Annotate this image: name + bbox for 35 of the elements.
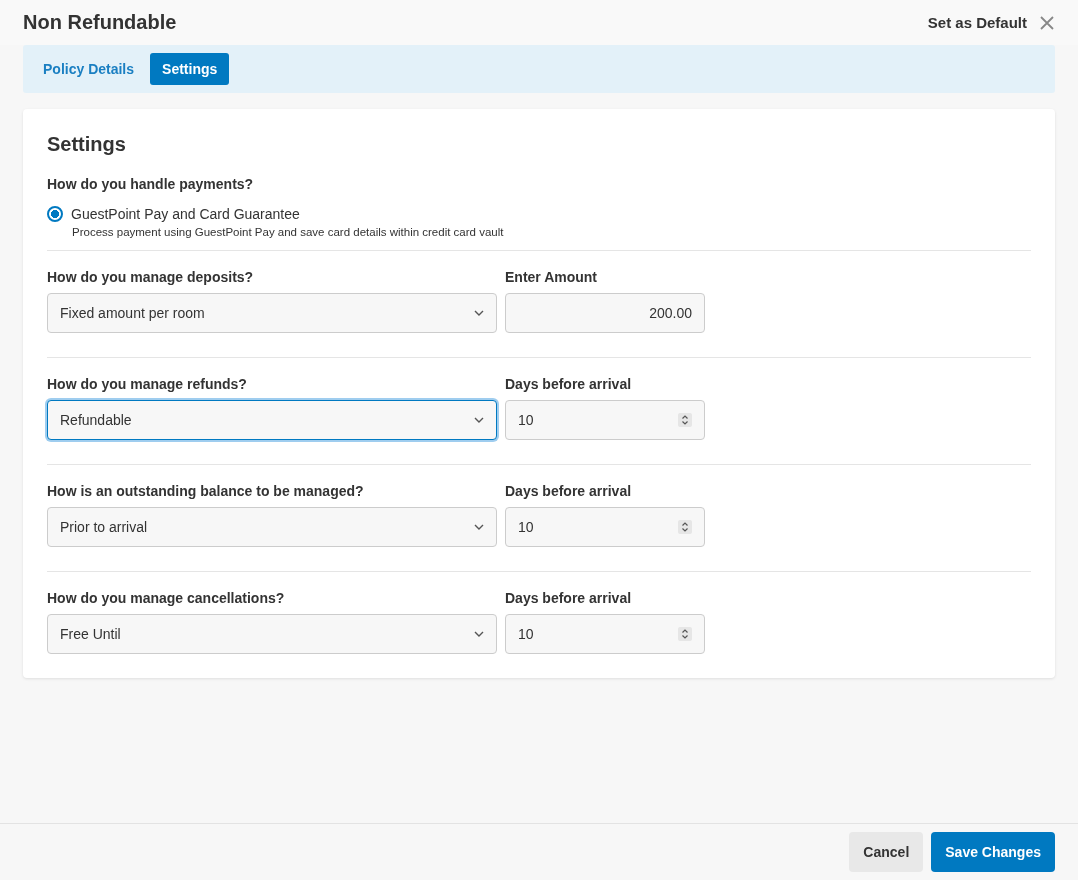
spinner-icon[interactable] — [678, 413, 692, 427]
input-field[interactable]: 10 — [505, 400, 705, 440]
input-field[interactable]: 200.00 — [505, 293, 705, 333]
field-label: Days before arrival — [505, 376, 633, 392]
chevron-down-icon — [474, 631, 484, 637]
save-button[interactable]: Save Changes — [931, 832, 1055, 872]
dialog-title: Non Refundable — [23, 11, 177, 34]
section-title: Settings — [47, 133, 127, 156]
chevron-down-icon — [474, 417, 484, 423]
option-label: GuestPoint Pay and Card Guarantee — [71, 206, 300, 222]
field-label: Enter Amount — [505, 269, 599, 285]
spinner-icon[interactable] — [678, 520, 692, 534]
question-label: How do you manage refunds? — [47, 376, 248, 392]
dropdown[interactable]: Prior to arrival — [47, 507, 497, 547]
question-label: How do you manage cancellations? — [47, 590, 286, 606]
cancel-button[interactable]: Cancel — [849, 832, 924, 872]
set-default-link[interactable]: Set as Default — [927, 14, 1027, 31]
question-label: How is an outstanding balance to be managed? — [47, 483, 365, 499]
option-description: Process payment using GuestPoint Pay and save card details within credit card vault — [72, 226, 505, 238]
dropdown[interactable]: Refundable — [47, 400, 497, 440]
chevron-down-icon — [474, 310, 484, 316]
close-icon[interactable] — [1039, 14, 1055, 31]
chevron-down-icon — [474, 524, 484, 530]
input-field[interactable]: 10 — [505, 614, 705, 654]
dropdown[interactable]: Free Until — [47, 614, 497, 654]
question-label: How do you handle payments? — [47, 176, 255, 192]
field-label: Days before arrival — [505, 590, 633, 606]
question-label: How do you manage deposits? — [47, 269, 255, 285]
input-field[interactable]: 10 — [505, 507, 705, 547]
field-label: Days before arrival — [505, 483, 633, 499]
spinner-icon[interactable] — [678, 627, 692, 641]
radio-button[interactable] — [47, 206, 63, 222]
tab[interactable]: Settings — [150, 53, 230, 85]
tab[interactable]: Policy Details — [35, 53, 143, 85]
dropdown[interactable]: Fixed amount per room — [47, 293, 497, 333]
